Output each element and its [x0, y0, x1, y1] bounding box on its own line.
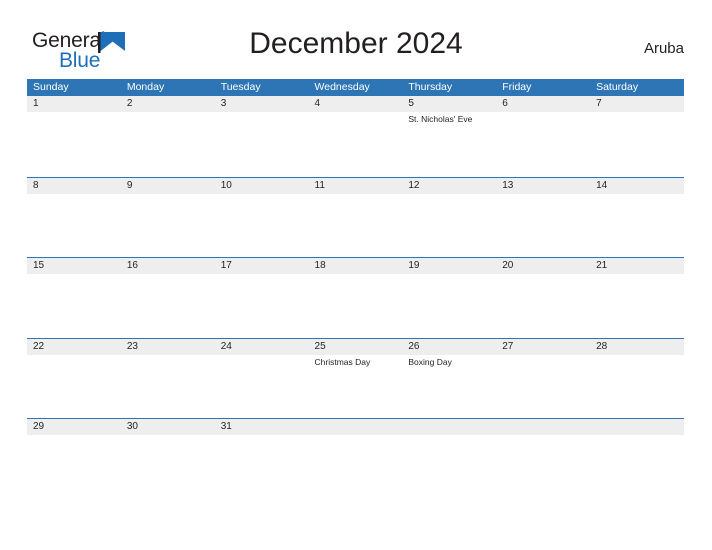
day-cell[interactable] [402, 194, 496, 257]
day-number[interactable]: 11 [309, 178, 403, 194]
day-number[interactable]: 2 [121, 96, 215, 112]
day-number[interactable]: 19 [402, 258, 496, 274]
calendar-grid: Sunday Monday Tuesday Wednesday Thursday Frid… [27, 79, 684, 499]
day-cell[interactable] [402, 274, 496, 337]
week-event-strip [27, 274, 684, 337]
day-number[interactable]: 13 [496, 178, 590, 194]
weekday-header-monday: Monday [126, 81, 165, 93]
day-number[interactable]: 14 [590, 178, 684, 194]
day-cell[interactable] [121, 194, 215, 257]
week-date-strip: 8 9 10 11 12 13 14 [27, 177, 684, 194]
weekday-header-saturday: Saturday [596, 81, 639, 93]
holiday-event-label: Boxing Day [408, 356, 452, 367]
day-number[interactable]: 15 [27, 258, 121, 274]
day-number[interactable]: 3 [215, 96, 309, 112]
day-number[interactable]: 10 [215, 178, 309, 194]
day-cell[interactable] [309, 112, 403, 175]
day-number[interactable]: 17 [215, 258, 309, 274]
week-date-strip: 1234567 [27, 96, 684, 112]
weekday-header-tuesday: Tuesday [220, 81, 261, 93]
week-date-strip: 29 30 31 [27, 419, 684, 435]
day-cell[interactable] [496, 112, 590, 175]
calendar-week-row: 8 9 10 11 12 13 14 [27, 176, 684, 258]
calendar-week-row: 1 2 3 4 5 6 7 St. Nicholas' Eve [27, 96, 684, 177]
day-number[interactable]: 22 [27, 339, 121, 355]
day-cell[interactable] [496, 355, 590, 418]
day-number[interactable]: 4 [309, 96, 403, 112]
day-cell[interactable] [402, 435, 496, 498]
day-number[interactable]: 18 [309, 258, 403, 274]
day-cell[interactable] [27, 112, 121, 175]
day-cell[interactable] [590, 435, 684, 498]
day-number[interactable]: 8 [27, 178, 121, 194]
day-cell[interactable] [27, 274, 121, 337]
day-cell[interactable] [27, 355, 121, 418]
day-cell[interactable] [590, 112, 684, 175]
day-number[interactable]: 7 [590, 96, 684, 112]
week-date-strip: 22 23 24 25 26 27 28 [27, 338, 684, 355]
calendar-weeks: 1 2 3 4 5 6 7 St. Nicholas' Eve 8 9 10 11 12 13 14 15 16… [27, 96, 684, 499]
day-number[interactable]: 29 [27, 419, 121, 435]
day-cell[interactable] [121, 112, 215, 175]
holiday-event-label: Christmas Day [314, 356, 371, 367]
calendar-week-row: 22 23 24 25 26 27 28 Christmas Day Boxing Day [27, 337, 684, 419]
day-cell[interactable] [309, 194, 403, 257]
country-label: Aruba [643, 40, 684, 57]
calendar-week-row: 15 16 17 18 19 20 21 [27, 257, 684, 338]
weekday-header-wednesday: Wednesday [314, 81, 370, 93]
week-event-strip [27, 435, 684, 498]
day-number[interactable]: 27 [496, 339, 590, 355]
day-number[interactable]: 12 [402, 178, 496, 194]
weekday-header-sunday: Sunday [33, 81, 69, 93]
day-number[interactable]: 6 [496, 96, 590, 112]
day-cell[interactable] [590, 274, 684, 337]
day-number[interactable]: 26 [402, 339, 496, 355]
day-cell[interactable] [215, 194, 309, 257]
day-cell[interactable] [215, 274, 309, 337]
day-number[interactable]: 16 [121, 258, 215, 274]
day-cell[interactable] [496, 194, 590, 257]
day-number[interactable]: 31 [215, 419, 309, 435]
weekday-header-row: Sunday Monday Tuesday Wednesday Thursday Frid… [27, 79, 684, 96]
day-number[interactable]: 25 [309, 339, 403, 355]
day-cell[interactable] [590, 355, 684, 418]
day-cell[interactable] [27, 435, 121, 498]
day-cell[interactable] [121, 355, 215, 418]
day-cell[interactable] [215, 112, 309, 175]
page-header: General Blue December 2024 Aruba [0, 0, 712, 79]
day-cell[interactable] [215, 355, 309, 418]
day-cell[interactable] [309, 435, 403, 498]
week-event-strip: St. Nicholas' Eve [27, 112, 684, 175]
day-number[interactable]: 1 [27, 96, 121, 112]
day-number[interactable]: 30 [121, 419, 215, 435]
week-event-strip: Christmas Day Boxing Day [27, 354, 684, 418]
day-number[interactable]: 5 [402, 96, 496, 112]
week-date-strip: 15 16 17 18 19 20 21 [27, 258, 684, 274]
day-cell[interactable]: Christmas Day [309, 355, 403, 418]
weekday-header-thursday: Thursday [408, 81, 453, 93]
day-cell[interactable] [590, 194, 684, 257]
day-cell[interactable]: St. Nicholas' Eve [402, 112, 496, 175]
holiday-event-label: St. Nicholas' Eve [408, 114, 473, 124]
day-cell[interactable] [496, 435, 590, 498]
day-cell[interactable] [215, 435, 309, 498]
day-number[interactable]: 28 [590, 339, 684, 355]
calendar-page: General Blue December 2024 Aruba Sunday M… [0, 0, 712, 550]
day-cell[interactable]: Boxing Day [402, 355, 496, 418]
day-number[interactable]: 20 [496, 258, 590, 274]
calendar-week-row: 29 30 31 [27, 418, 684, 499]
day-cell[interactable] [27, 194, 121, 257]
day-number[interactable]: 21 [590, 258, 684, 274]
day-cell[interactable] [121, 435, 215, 498]
week-event-strip [27, 193, 684, 257]
day-number[interactable]: 24 [215, 339, 309, 355]
day-number[interactable]: 9 [121, 178, 215, 194]
day-cell[interactable] [309, 274, 403, 337]
day-number[interactable]: 23 [121, 339, 215, 355]
day-cell[interactable] [496, 274, 590, 337]
weekday-header-friday: Friday [502, 81, 532, 93]
page-title: December 2024 [249, 27, 463, 60]
day-cell[interactable] [121, 274, 215, 337]
